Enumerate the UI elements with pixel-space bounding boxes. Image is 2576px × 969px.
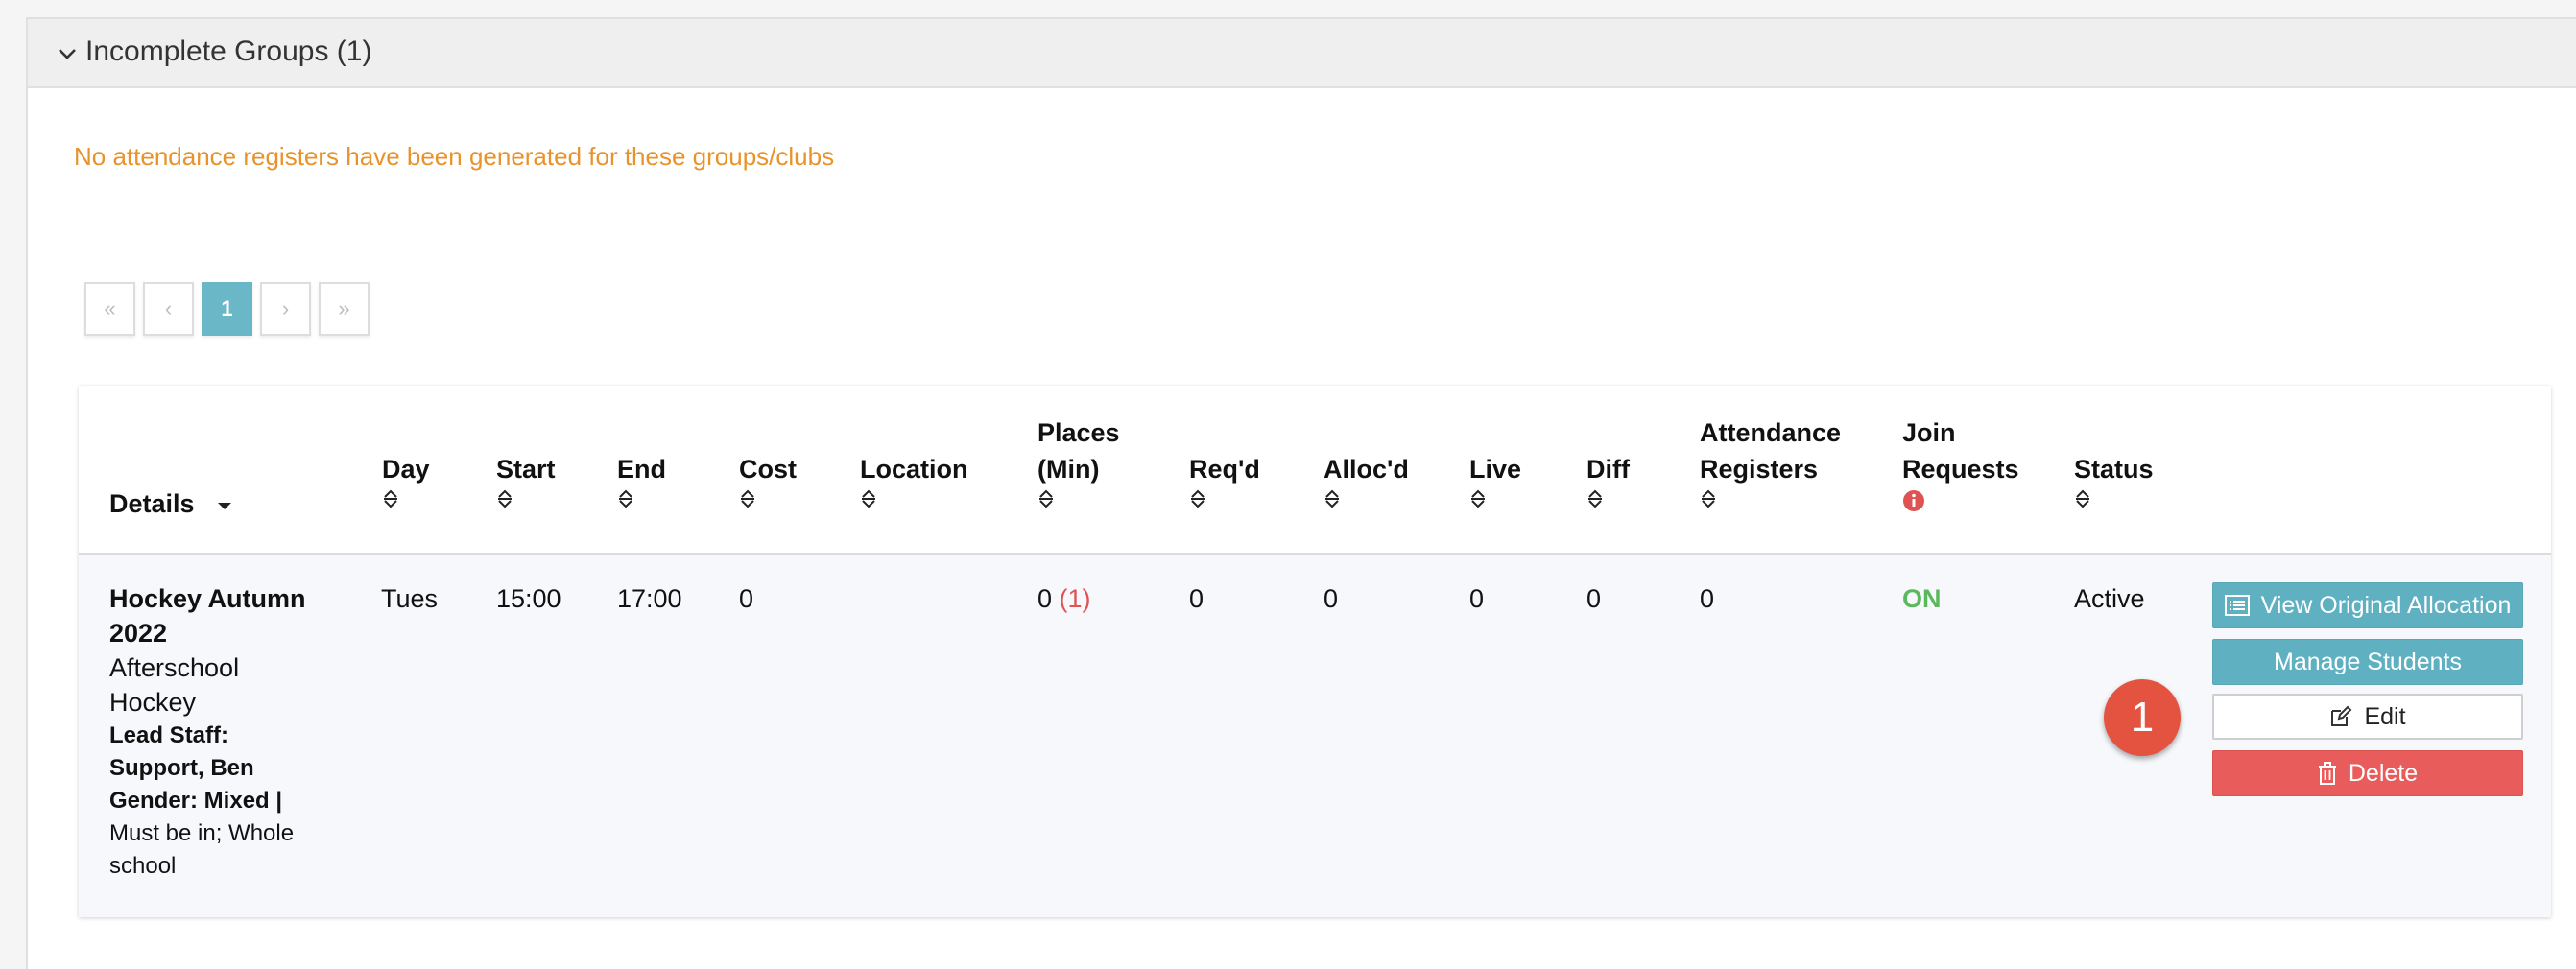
column-header-allocd[interactable]: Alloc'd	[1324, 451, 1409, 508]
column-header-diff[interactable]: Diff	[1586, 451, 1630, 508]
cell-live: 0	[1469, 584, 1485, 613]
table-header: Details Day Start End Cost Location Plac…	[79, 386, 2551, 555]
groups-table: Details Day Start End Cost Location Plac…	[79, 386, 2551, 917]
sort-icon[interactable]	[1469, 489, 1487, 508]
sort-icon[interactable]	[739, 489, 756, 508]
cell-allocd: 0	[1324, 584, 1339, 613]
edit-button[interactable]: Edit	[2212, 694, 2523, 740]
group-details: Hockey Autumn 2022 Afterschool Hockey Lead…	[109, 581, 330, 883]
list-icon	[2224, 595, 2250, 616]
sort-icon[interactable]	[1324, 489, 1341, 508]
sort-icon[interactable]	[860, 489, 877, 508]
cell-end: 17:00	[617, 584, 682, 613]
sort-icon[interactable]	[617, 489, 634, 508]
column-header-join-requests[interactable]: Join Requests	[1902, 414, 2019, 512]
manage-students-button[interactable]: Manage Students	[2212, 639, 2523, 685]
sort-desc-icon[interactable]	[217, 501, 232, 510]
no-registers-notice: No attendance registers have been genera…	[74, 142, 835, 171]
sort-icon[interactable]	[1189, 489, 1206, 508]
delete-button[interactable]: Delete	[2212, 750, 2523, 796]
pagination-first-button[interactable]: «	[84, 282, 135, 336]
group-name: Hockey Autumn 2022	[109, 584, 306, 648]
cell-attendance-registers: 0	[1700, 584, 1715, 613]
eligibility-rule: Must be in; Whole school	[109, 820, 295, 879]
column-header-day[interactable]: Day	[382, 451, 430, 508]
places-value: 0	[1038, 584, 1053, 613]
chevron-down-icon[interactable]	[57, 43, 78, 64]
join-requests-status[interactable]: ON	[1902, 581, 1942, 616]
view-original-allocation-button[interactable]: View Original Allocation	[2212, 582, 2523, 628]
column-header-details[interactable]: Details	[109, 485, 232, 522]
sort-icon[interactable]	[1700, 489, 1717, 508]
sort-icon[interactable]	[1038, 489, 1055, 508]
table-row: Hockey Autumn 2022 Afterschool Hockey Lead…	[79, 555, 2551, 917]
column-header-reqd[interactable]: Req'd	[1189, 451, 1260, 508]
cell-reqd: 0	[1189, 584, 1205, 613]
column-header-attendance-registers[interactable]: Attendance Registers	[1700, 414, 1841, 508]
column-header-live[interactable]: Live	[1469, 451, 1521, 508]
column-header-cost[interactable]: Cost	[739, 451, 797, 508]
info-icon[interactable]	[1902, 489, 1925, 512]
lead-staff: Lead Staff: Support, Ben	[109, 722, 254, 781]
column-header-location[interactable]: Location	[860, 451, 968, 508]
cell-places: 0 (1)	[1038, 581, 1091, 616]
gender-label: Gender: Mixed |	[109, 788, 283, 814]
cell-diff: 0	[1586, 584, 1602, 613]
edit-icon	[2331, 705, 2352, 726]
cell-day: Tues	[381, 584, 439, 613]
column-header-end[interactable]: End	[617, 451, 666, 508]
group-subtitle: Afterschool Hockey	[109, 653, 240, 717]
pagination-last-button[interactable]: »	[319, 282, 370, 336]
cell-start: 15:00	[496, 584, 561, 613]
column-header-status[interactable]: Status	[2074, 451, 2154, 508]
sort-icon[interactable]	[2074, 489, 2091, 508]
cell-status: Active	[2074, 584, 2145, 613]
trash-icon	[2318, 762, 2336, 785]
panel-header[interactable]: Incomplete Groups (1)	[28, 19, 2576, 88]
sort-icon[interactable]	[496, 489, 513, 508]
sort-icon[interactable]	[1586, 489, 1604, 508]
pagination-prev-button[interactable]: ‹	[143, 282, 194, 336]
column-header-start[interactable]: Start	[496, 451, 556, 508]
pagination-page-1[interactable]: 1	[202, 282, 252, 336]
step-marker-badge: 1	[2104, 679, 2181, 756]
column-header-places-min[interactable]: Places (Min)	[1038, 414, 1120, 508]
panel-title: Incomplete Groups (1)	[85, 35, 372, 67]
cell-cost: 0	[739, 584, 754, 613]
places-min-value: (1)	[1059, 584, 1091, 613]
sort-icon[interactable]	[382, 489, 399, 508]
pagination: « ‹ 1 › »	[84, 282, 370, 336]
pagination-next-button[interactable]: ›	[260, 282, 311, 336]
